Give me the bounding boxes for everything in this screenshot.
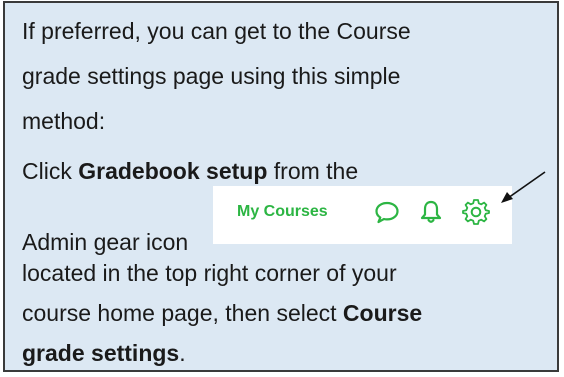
chat-bubble-icon[interactable] [373, 198, 401, 226]
click-prefix: Click [22, 158, 79, 184]
instruction-line-4: Click Gradebook setup from the [22, 157, 358, 185]
course-label: Course [342, 300, 423, 326]
instruction-line-3: method: [22, 108, 106, 134]
gradebook-setup-label: Gradebook setup [78, 158, 268, 184]
my-courses-link[interactable]: My Courses [237, 203, 328, 221]
instruction-line-2: grade settings page using this simple [22, 63, 401, 89]
instruction-line-1: If preferred, you can get to the Course [22, 18, 411, 44]
instruction-line-8: grade settings. [22, 339, 186, 367]
period: . [179, 340, 186, 366]
pointer-arrow-icon [501, 171, 546, 203]
click-suffix: from the [267, 158, 359, 184]
line7-prefix: course home page, then select [22, 300, 343, 326]
grade-settings-label: grade settings [22, 340, 180, 366]
bell-icon[interactable] [417, 198, 445, 226]
toolbar-screenshot: My Courses [213, 186, 512, 244]
instruction-line-7: course home page, then select Course [22, 299, 422, 327]
admin-gear-text: Admin gear icon [22, 229, 189, 255]
gear-icon[interactable] [462, 198, 490, 226]
instruction-line-6: located in the top right corner of your [22, 260, 397, 286]
